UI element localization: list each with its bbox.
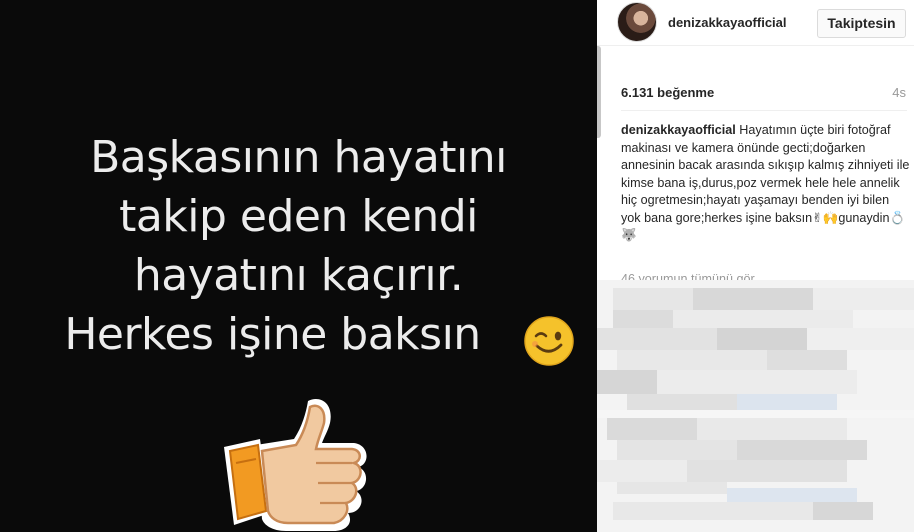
quote-line-3: hayatını kaçırır. (133, 250, 464, 301)
quote-line-4: Herkes işine baksın (64, 309, 481, 360)
avatar[interactable] (617, 2, 657, 42)
following-button[interactable]: Takiptesin (817, 9, 906, 38)
likes-count[interactable]: 6.131 beğenme (621, 85, 714, 100)
winking-face-icon (524, 316, 574, 366)
post-header: denizakkayaofficial Takiptesin (597, 0, 914, 46)
quote-line-2: takip eden kendi (119, 191, 478, 242)
post-time[interactable]: 4s (892, 85, 906, 100)
caption-username-link[interactable]: denizakkayaofficial (621, 123, 736, 137)
post-caption: denizakkayaofficial Hayatımın üçte biri … (621, 122, 911, 245)
caption-text: Hayatımın üçte biri fotoğraf makinası ve… (621, 123, 910, 242)
scrollbar-handle[interactable] (597, 46, 601, 138)
quote-line-1: Başkasının hayatını (90, 132, 507, 183)
post-sidebar: denizakkayaofficial Takiptesin 6.131 beğ… (597, 0, 914, 532)
username-link[interactable]: denizakkayaofficial (668, 15, 787, 30)
thumbs-up-icon (224, 399, 367, 531)
quote-text: Başkasının hayatını takip eden kendi hay… (0, 128, 597, 364)
divider (621, 110, 907, 111)
post-image[interactable]: Başkasının hayatını takip eden kendi hay… (0, 0, 597, 532)
blurred-comments (597, 280, 914, 532)
